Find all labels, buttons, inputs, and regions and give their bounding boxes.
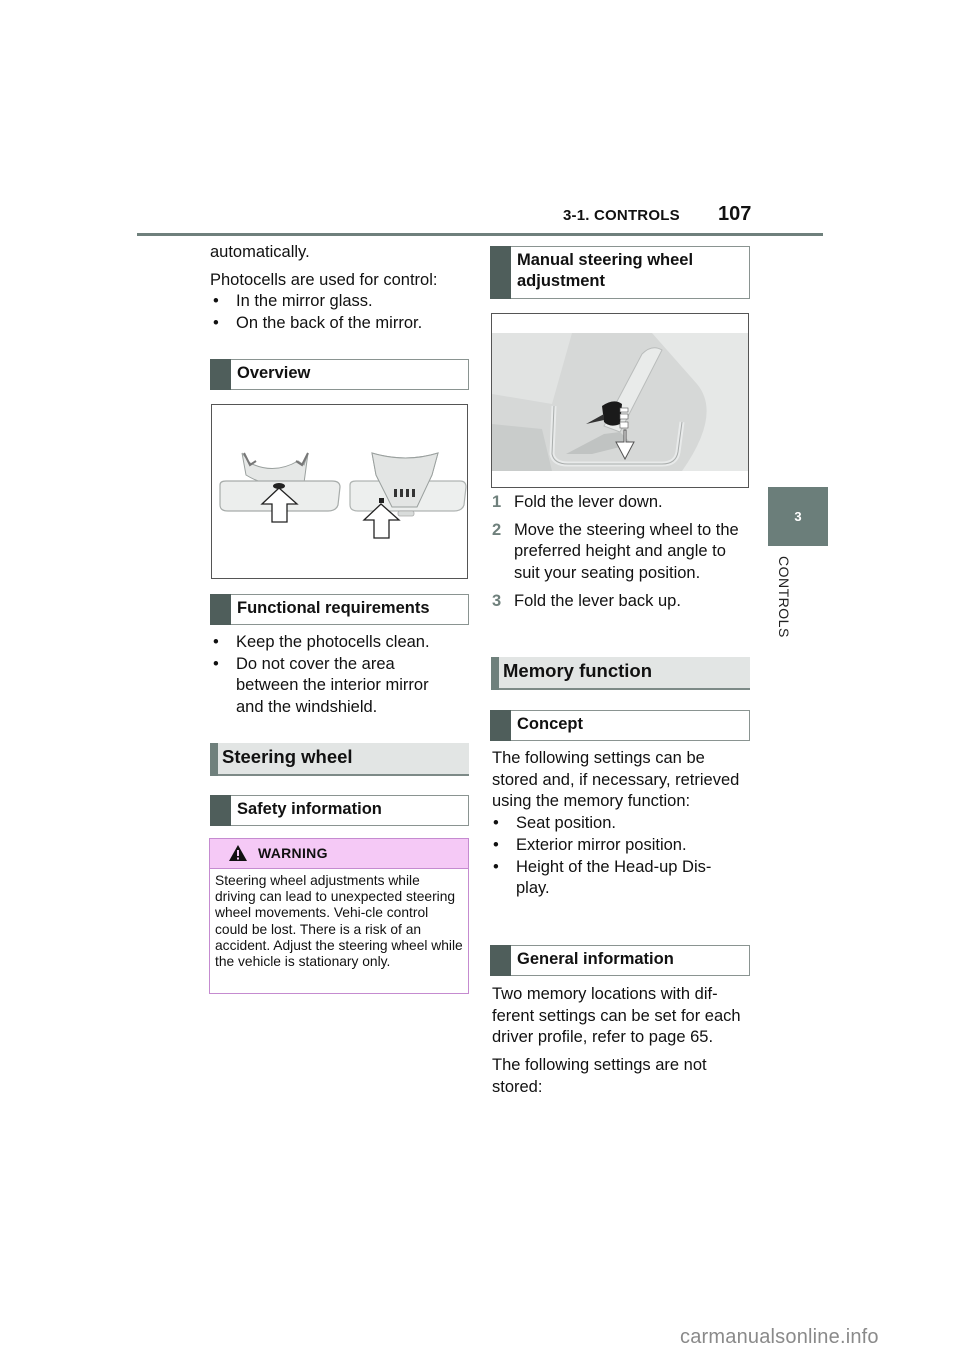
list-item: In the mirror glass. (210, 291, 472, 313)
step-item: 3 Fold the lever back up. (492, 591, 681, 610)
photocell-back (379, 498, 384, 503)
memory-function-heading: Memory function (491, 657, 750, 690)
not-stored-text: The following settings are not stored: (492, 1056, 707, 1096)
chapter-tab[interactable]: 3 (768, 487, 828, 546)
concept-text-block: The following settings can be stored and… (492, 748, 740, 900)
general-information-heading: General information (490, 945, 750, 976)
overview-heading: Overview (210, 359, 469, 390)
manual-adjustment-heading: Manual steering wheel adjustment (490, 246, 750, 299)
chapter-number: 3 (794, 509, 802, 524)
list-item: Exterior mirror position. (490, 835, 740, 857)
photocells-list: In the mirror glass. On the back of the … (210, 291, 472, 334)
concept-heading: Concept (490, 710, 750, 741)
safety-information-heading: Safety information (210, 795, 469, 826)
chapter-label: CONTROLS (776, 556, 792, 638)
warning-triangle-icon (228, 844, 248, 867)
concept-list: Seat position. Exterior mirror position.… (490, 813, 740, 900)
list-item: Do not cover the area between the interi… (210, 654, 446, 719)
list-item: Seat position. (490, 813, 740, 835)
adjustment-steps: 1 Fold the lever down. 2 Move the steering… (492, 492, 754, 619)
steering-lever-figure (491, 313, 749, 488)
header-rule (137, 233, 823, 236)
steering-wheel-heading: Steering wheel (210, 743, 469, 776)
concept-text: The following settings can be stored and… (492, 749, 740, 811)
running-header-section: 3-1. CONTROLS (563, 207, 680, 224)
functional-requirements-heading: Functional requirements (210, 594, 469, 625)
warning-title: WARNING (258, 845, 328, 861)
functional-requirements-list: Keep the photocells clean. Do not cover … (210, 632, 472, 719)
step-item: 1 Fold the lever down. (492, 493, 663, 511)
warning-header: WARNING (210, 839, 468, 869)
photocells-intro: Photocells are used for control: (210, 270, 438, 289)
list-item: Height of the Head-up Dis-play. (490, 857, 716, 900)
interior-mirror-illustration (219, 452, 467, 539)
page-number: 107 (718, 203, 752, 225)
overview-figure (211, 404, 468, 579)
general-text-block: Two memory locations with dif-ferent set… (492, 984, 744, 1099)
general-text: Two memory locations with dif-ferent set… (492, 985, 741, 1047)
list-item: On the back of the mirror. (210, 313, 472, 335)
step-item: 2 Move the steering wheel to the preferre… (492, 520, 739, 583)
lever (602, 401, 622, 426)
steering-column-lever-illustration (492, 333, 748, 471)
intro-continued: automatically. (210, 243, 310, 261)
warning-text: Steering wheel adjustments while driving… (215, 873, 463, 970)
warning-box: WARNING Steering wheel adjustments while… (209, 838, 469, 994)
intro-text-block: automatically. Photocells are used for c… (210, 242, 472, 335)
list-item: Keep the photocells clean. (210, 632, 472, 654)
watermark: carmanualsonline.info (680, 1326, 879, 1348)
